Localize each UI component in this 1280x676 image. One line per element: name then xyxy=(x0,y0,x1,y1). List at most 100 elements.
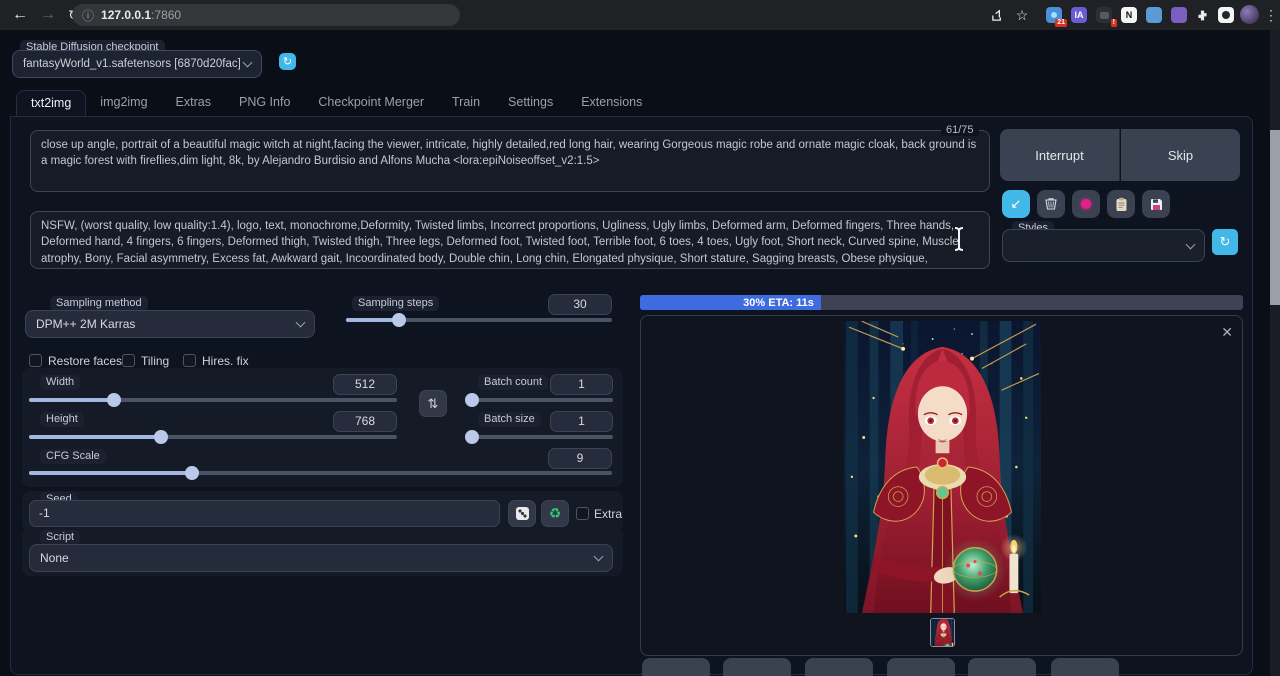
interrupt-button[interactable]: Interrupt xyxy=(1000,129,1120,181)
floppy-disk-icon xyxy=(1150,198,1163,211)
tab-checkpoint-merger[interactable]: Checkpoint Merger xyxy=(304,90,438,117)
height-slider[interactable] xyxy=(29,435,397,439)
slider-handle[interactable] xyxy=(465,393,479,407)
tiling-label: Tiling xyxy=(141,354,169,368)
tab-train[interactable]: Train xyxy=(438,90,494,117)
styles-dropdown[interactable] xyxy=(1002,229,1205,262)
generated-image-preview[interactable] xyxy=(844,321,1041,613)
clipboard-icon xyxy=(1115,197,1128,212)
chevron-down-icon xyxy=(243,58,253,68)
address-bar[interactable]: ⓘ 127.0.0.1:7860 xyxy=(72,4,460,26)
skip-button[interactable]: Skip xyxy=(1121,129,1240,181)
batch-count-label: Batch count xyxy=(478,375,548,390)
slider-handle[interactable] xyxy=(107,393,121,407)
gallery-thumbnail[interactable] xyxy=(930,618,955,647)
sampling-steps-label: Sampling steps xyxy=(352,296,439,311)
scrollbar-track[interactable] xyxy=(1270,30,1280,676)
script-value: None xyxy=(40,551,595,565)
height-input[interactable]: 768 xyxy=(333,411,397,432)
bookmark-star-icon[interactable]: ☆ xyxy=(1013,6,1031,24)
hires-fix-checkbox[interactable] xyxy=(183,354,196,367)
tiling-checkbox[interactable] xyxy=(122,354,135,367)
extension-icon-notion[interactable]: N xyxy=(1121,7,1137,23)
paste-generation-params-button[interactable]: ↙ xyxy=(1002,190,1030,218)
progress-fill: 30% ETA: 11s xyxy=(640,295,821,310)
tab-extras[interactable]: Extras xyxy=(162,90,225,117)
gallery-action-button[interactable] xyxy=(723,658,791,676)
checkpoint-dropdown[interactable]: fantasyWorld_v1.safetensors [6870d20fac] xyxy=(12,50,262,78)
refresh-checkpoints-button[interactable]: ↻ xyxy=(279,53,296,70)
apply-styles-button[interactable] xyxy=(1107,190,1135,218)
script-dropdown[interactable]: None xyxy=(29,544,613,572)
share-icon[interactable] xyxy=(988,6,1006,24)
extension-icon-colorful[interactable]: 21 xyxy=(1046,7,1062,23)
slider-handle[interactable] xyxy=(154,430,168,444)
main-tabs: txt2img img2img Extras PNG Info Checkpoi… xyxy=(16,90,656,117)
extra-seed-checkbox[interactable] xyxy=(576,507,589,520)
width-input[interactable]: 512 xyxy=(333,374,397,395)
sampling-method-label: Sampling method xyxy=(50,296,148,311)
text-cursor xyxy=(952,226,966,257)
browser-back-button[interactable]: ← xyxy=(8,3,32,27)
batch-count-input[interactable]: 1 xyxy=(550,374,613,395)
extra-networks-button[interactable] xyxy=(1072,190,1100,218)
slider-handle[interactable] xyxy=(465,430,479,444)
restore-faces-checkbox[interactable] xyxy=(29,354,42,367)
batch-size-slider[interactable] xyxy=(468,435,613,439)
tab-img2img[interactable]: img2img xyxy=(86,90,161,117)
batch-size-label: Batch size xyxy=(478,412,541,427)
reuse-seed-button[interactable]: ♻ xyxy=(541,500,569,527)
progress-text: 30% ETA: 11s xyxy=(743,297,821,309)
browser-profile-avatar[interactable] xyxy=(1240,5,1259,24)
negative-prompt-input[interactable]: NSFW, (worst quality, low quality:1.4), … xyxy=(30,211,990,269)
width-label: Width xyxy=(40,375,80,390)
height-label: Height xyxy=(40,412,84,427)
browser-forward-button[interactable]: → xyxy=(36,3,60,27)
sampling-steps-slider[interactable] xyxy=(346,318,612,322)
slider-handle[interactable] xyxy=(392,313,406,327)
extension-alert-badge: ! xyxy=(1111,19,1117,27)
cfg-scale-input[interactable]: 9 xyxy=(548,448,612,469)
tab-settings[interactable]: Settings xyxy=(494,90,567,117)
output-gallery: ✕ xyxy=(640,315,1243,656)
token-counter: 61/75 xyxy=(941,124,979,136)
sampling-steps-input[interactable]: 30 xyxy=(548,294,612,315)
tab-extensions[interactable]: Extensions xyxy=(567,90,656,117)
gallery-action-button[interactable] xyxy=(805,658,873,676)
batch-count-slider[interactable] xyxy=(468,398,613,402)
refresh-styles-button[interactable]: ↻ xyxy=(1212,229,1238,255)
browser-menu-icon[interactable]: ⋮ xyxy=(1262,6,1280,24)
gallery-action-button[interactable] xyxy=(1051,658,1119,676)
tab-png-info[interactable]: PNG Info xyxy=(225,90,304,117)
chevron-down-icon xyxy=(296,318,306,328)
script-label: Script xyxy=(40,530,80,545)
sampling-method-dropdown[interactable]: DPM++ 2M Karras xyxy=(25,310,315,338)
slider-handle[interactable] xyxy=(185,466,199,480)
extension-icon-dark[interactable]: ! xyxy=(1096,7,1112,23)
prompt-input[interactable]: close up angle, portrait of a beautiful … xyxy=(30,130,990,192)
extension-icon-darkreader[interactable] xyxy=(1218,7,1234,23)
dice-icon xyxy=(516,507,529,520)
extension-icon-blue[interactable] xyxy=(1146,7,1162,23)
extensions-puzzle-icon[interactable] xyxy=(1193,6,1211,24)
swap-width-height-button[interactable]: ⇅ xyxy=(419,390,447,417)
url-host: 127.0.0.1 xyxy=(101,8,151,22)
batch-size-input[interactable]: 1 xyxy=(550,411,613,432)
close-icon[interactable]: ✕ xyxy=(1221,325,1233,339)
gallery-action-button[interactable] xyxy=(887,658,955,676)
random-seed-button[interactable] xyxy=(508,500,536,527)
cfg-scale-slider[interactable] xyxy=(29,471,612,475)
extension-icon-ia[interactable]: IA xyxy=(1071,7,1087,23)
extension-icon-purple[interactable] xyxy=(1171,7,1187,23)
gallery-action-button[interactable] xyxy=(642,658,710,676)
site-info-icon[interactable]: ⓘ xyxy=(82,7,94,24)
tab-txt2img[interactable]: txt2img xyxy=(16,90,86,117)
progress-bar: 30% ETA: 11s xyxy=(640,295,1243,310)
save-style-button[interactable] xyxy=(1142,190,1170,218)
trash-icon xyxy=(1044,197,1058,211)
width-slider[interactable] xyxy=(29,398,397,402)
seed-input[interactable]: -1 xyxy=(29,500,500,527)
gallery-action-button[interactable] xyxy=(968,658,1036,676)
clear-prompt-button[interactable] xyxy=(1037,190,1065,218)
scrollbar-thumb[interactable] xyxy=(1270,130,1280,305)
